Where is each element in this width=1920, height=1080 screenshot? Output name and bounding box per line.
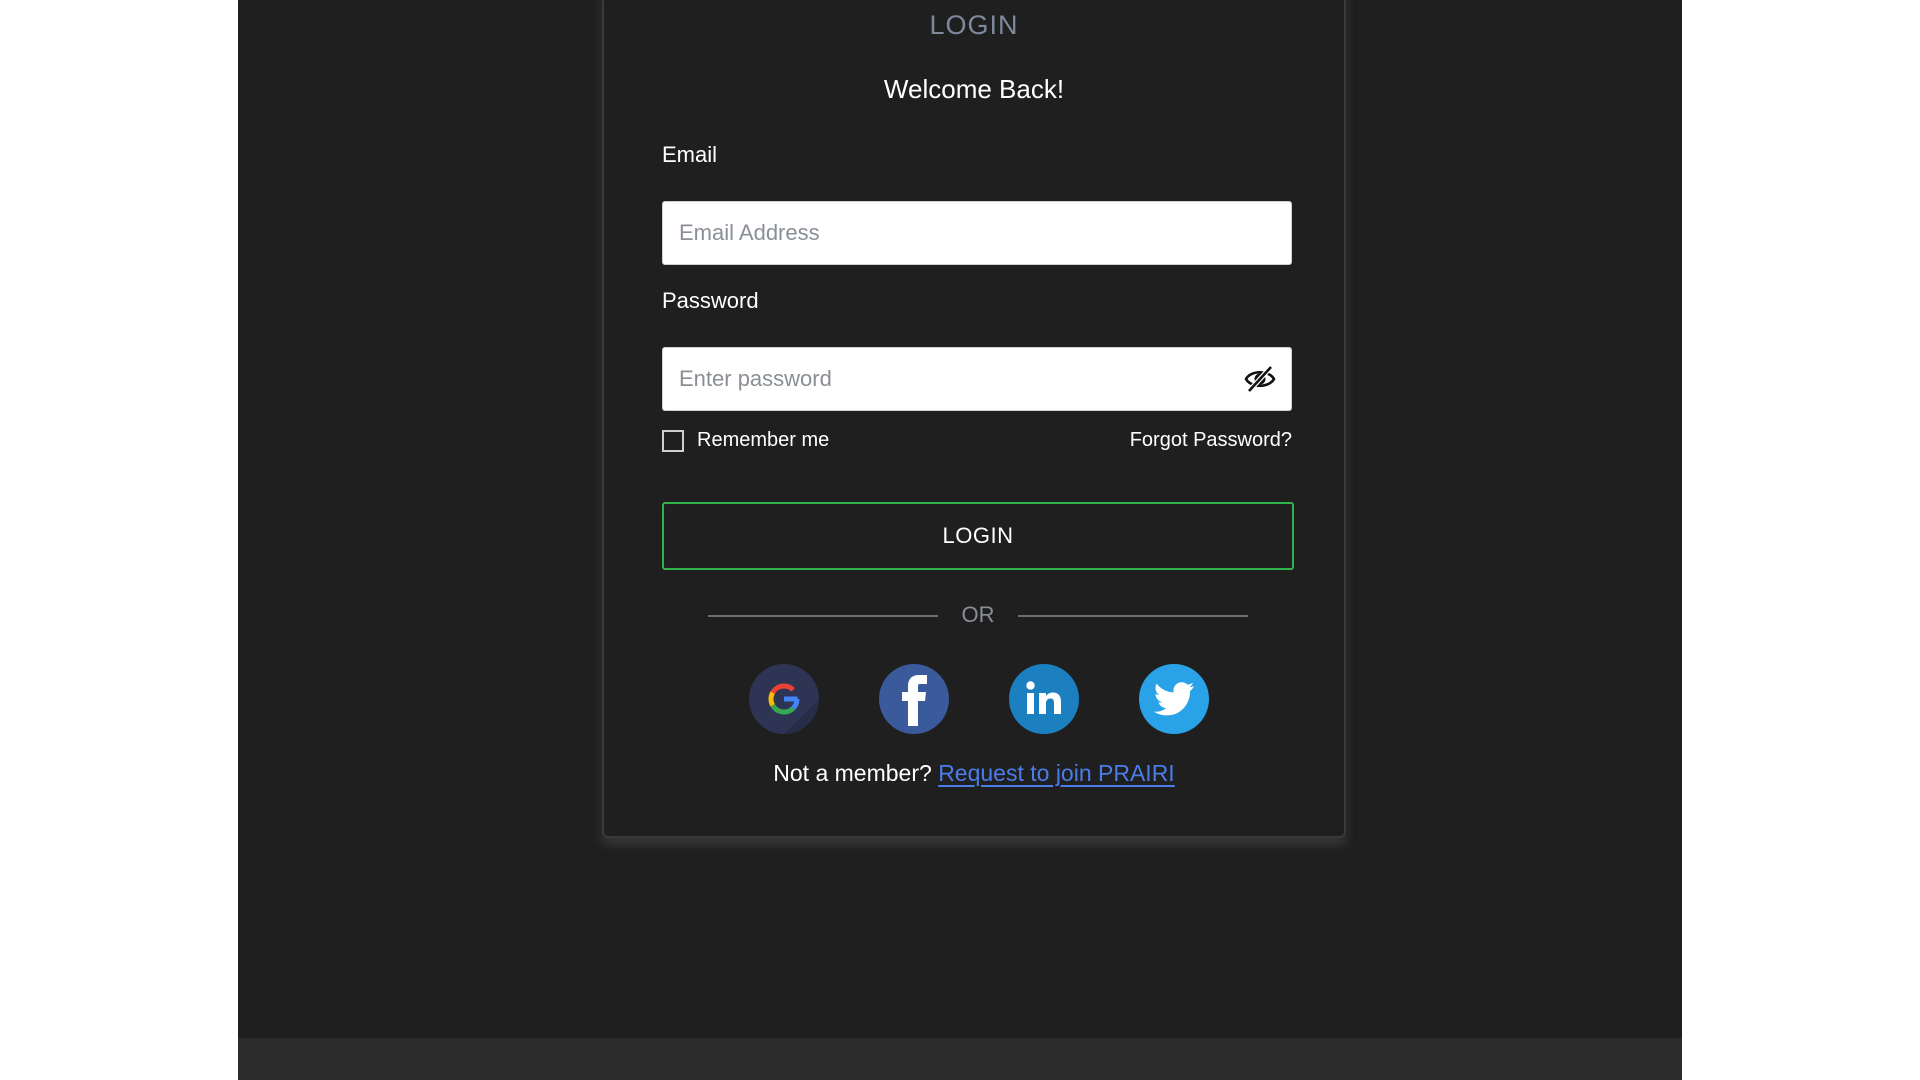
facebook-login-button[interactable] [879, 664, 949, 734]
twitter-login-button[interactable] [1139, 664, 1209, 734]
footer-band [238, 1038, 1682, 1080]
twitter-icon [1153, 682, 1194, 716]
facebook-icon [902, 675, 927, 726]
divider-line-right [1018, 615, 1248, 617]
login-button[interactable]: LOGIN [662, 502, 1294, 570]
login-card: LOGIN Welcome Back! Email Password Remem… [602, 0, 1346, 838]
welcome-heading: Welcome Back! [883, 74, 1065, 104]
social-login-row [604, 664, 1344, 736]
app-background: LOGIN Welcome Back! Email Password Remem… [238, 0, 1682, 1080]
password-label: Password [662, 288, 759, 313]
or-divider: OR [708, 602, 1248, 630]
remember-label[interactable]: Remember me [697, 429, 829, 452]
remember-row: Remember me Forgot Password? [662, 428, 1292, 456]
remember-checkbox[interactable] [662, 430, 684, 452]
request-to-join-link[interactable]: Request to join PRAIRI [938, 760, 1175, 786]
google-login-button[interactable] [749, 664, 819, 734]
linkedin-icon [1026, 681, 1061, 714]
email-label: Email [662, 142, 718, 167]
password-field[interactable] [662, 347, 1292, 411]
google-icon [768, 683, 819, 734]
signup-row: Not a member? Request to join PRAIRI [604, 760, 1344, 787]
signup-prompt: Not a member? [773, 760, 932, 786]
forgot-password-link[interactable]: Forgot Password? [1130, 429, 1292, 452]
linkedin-login-button[interactable] [1009, 664, 1079, 734]
card-header: LOGIN [929, 10, 1019, 40]
eye-slash-icon[interactable] [1244, 364, 1276, 394]
email-field[interactable] [662, 201, 1292, 265]
